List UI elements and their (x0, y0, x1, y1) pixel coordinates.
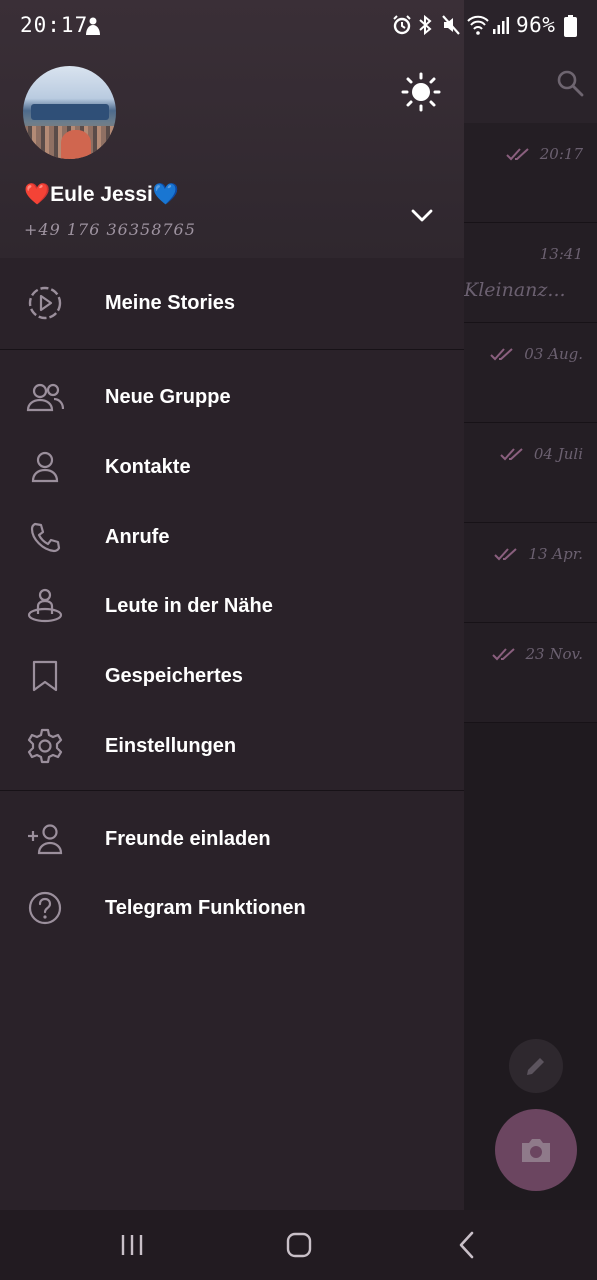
group-icon (26, 378, 64, 416)
wifi-icon (467, 15, 489, 35)
home-button[interactable] (279, 1230, 319, 1260)
navigation-drawer: ❤️Eule Jessi💙 +49 176 36358765 Meine Sto… (0, 0, 464, 1210)
phone-icon (26, 518, 64, 556)
menu-item-stories[interactable]: Meine Stories (0, 268, 464, 338)
back-icon (459, 1231, 474, 1259)
back-button[interactable] (447, 1230, 487, 1260)
menu-item-invite-friends[interactable]: Freunde einladen (0, 804, 464, 874)
gear-icon (26, 727, 64, 765)
menu-item-new-group[interactable]: Neue Gruppe (0, 362, 464, 432)
help-icon (26, 889, 64, 927)
chat-time: 04 Juli (533, 445, 583, 463)
alarm-icon (393, 15, 411, 35)
read-ticks-icon (500, 448, 523, 461)
chat-time: 23 Nov. (525, 645, 583, 663)
divider (0, 790, 464, 791)
menu-item-label: Neue Gruppe (105, 385, 231, 408)
bookmark-icon (26, 657, 64, 695)
chat-time: 13 Apr. (528, 545, 583, 563)
stories-icon (26, 284, 64, 322)
chat-preview: Kleinanz... (464, 279, 566, 301)
pencil-icon (527, 1058, 544, 1075)
notification-icon (86, 17, 100, 35)
recent-apps-icon (121, 1235, 143, 1255)
nearby-people-icon (26, 587, 64, 625)
chat-time: 20:17 (539, 145, 583, 163)
menu-item-label: Einstellungen (105, 734, 237, 757)
menu-item-calls[interactable]: Anrufe (0, 502, 464, 572)
menu-item-label: Meine Stories (105, 291, 236, 314)
menu-item-label: Kontakte (105, 455, 191, 478)
bluetooth-icon (419, 14, 432, 36)
menu-item-contacts[interactable]: Kontakte (0, 432, 464, 502)
read-ticks-icon (490, 348, 513, 361)
contacts-icon (26, 448, 64, 486)
chevron-down-icon[interactable] (408, 202, 436, 230)
camera-button[interactable] (495, 1109, 577, 1191)
user-phone: +49 176 36358765 (24, 220, 196, 239)
divider (0, 349, 464, 350)
system-navigation-bar (0, 1210, 597, 1280)
menu-item-nearby-people[interactable]: Leute in der Nähe (0, 571, 464, 641)
menu-item-label: Anrufe (105, 525, 170, 548)
battery-icon (564, 15, 577, 37)
mute-icon (442, 15, 460, 35)
search-icon[interactable] (555, 68, 585, 98)
home-icon (286, 1232, 312, 1258)
menu-item-label: Gespeichertes (105, 664, 243, 687)
read-ticks-icon (506, 148, 529, 161)
menu-item-label: Leute in der Nähe (105, 594, 273, 617)
menu-item-settings[interactable]: Einstellungen (0, 711, 464, 781)
add-friend-icon (26, 820, 64, 858)
read-ticks-icon (491, 648, 515, 661)
read-ticks-icon (494, 548, 518, 561)
recent-apps-button[interactable] (112, 1230, 152, 1260)
menu-item-saved[interactable]: Gespeichertes (0, 641, 464, 711)
menu-item-label: Telegram Funktionen (105, 896, 306, 919)
sun-icon[interactable] (401, 72, 441, 112)
signal-icon (493, 17, 509, 34)
status-bar: 20:17 96% (0, 0, 597, 52)
user-name: ❤️Eule Jessi💙 (24, 183, 180, 206)
status-time: 20:17 (20, 13, 89, 37)
chat-time: 03 Aug. (524, 345, 583, 363)
avatar[interactable] (23, 66, 116, 159)
battery-percentage: 96% (516, 13, 556, 37)
chat-time: 13:41 (539, 245, 583, 263)
compose-button[interactable] (509, 1039, 563, 1093)
menu-item-label: Freunde einladen (105, 827, 271, 850)
camera-icon (522, 1139, 550, 1162)
menu-item-telegram-features[interactable]: Telegram Funktionen (0, 873, 464, 943)
